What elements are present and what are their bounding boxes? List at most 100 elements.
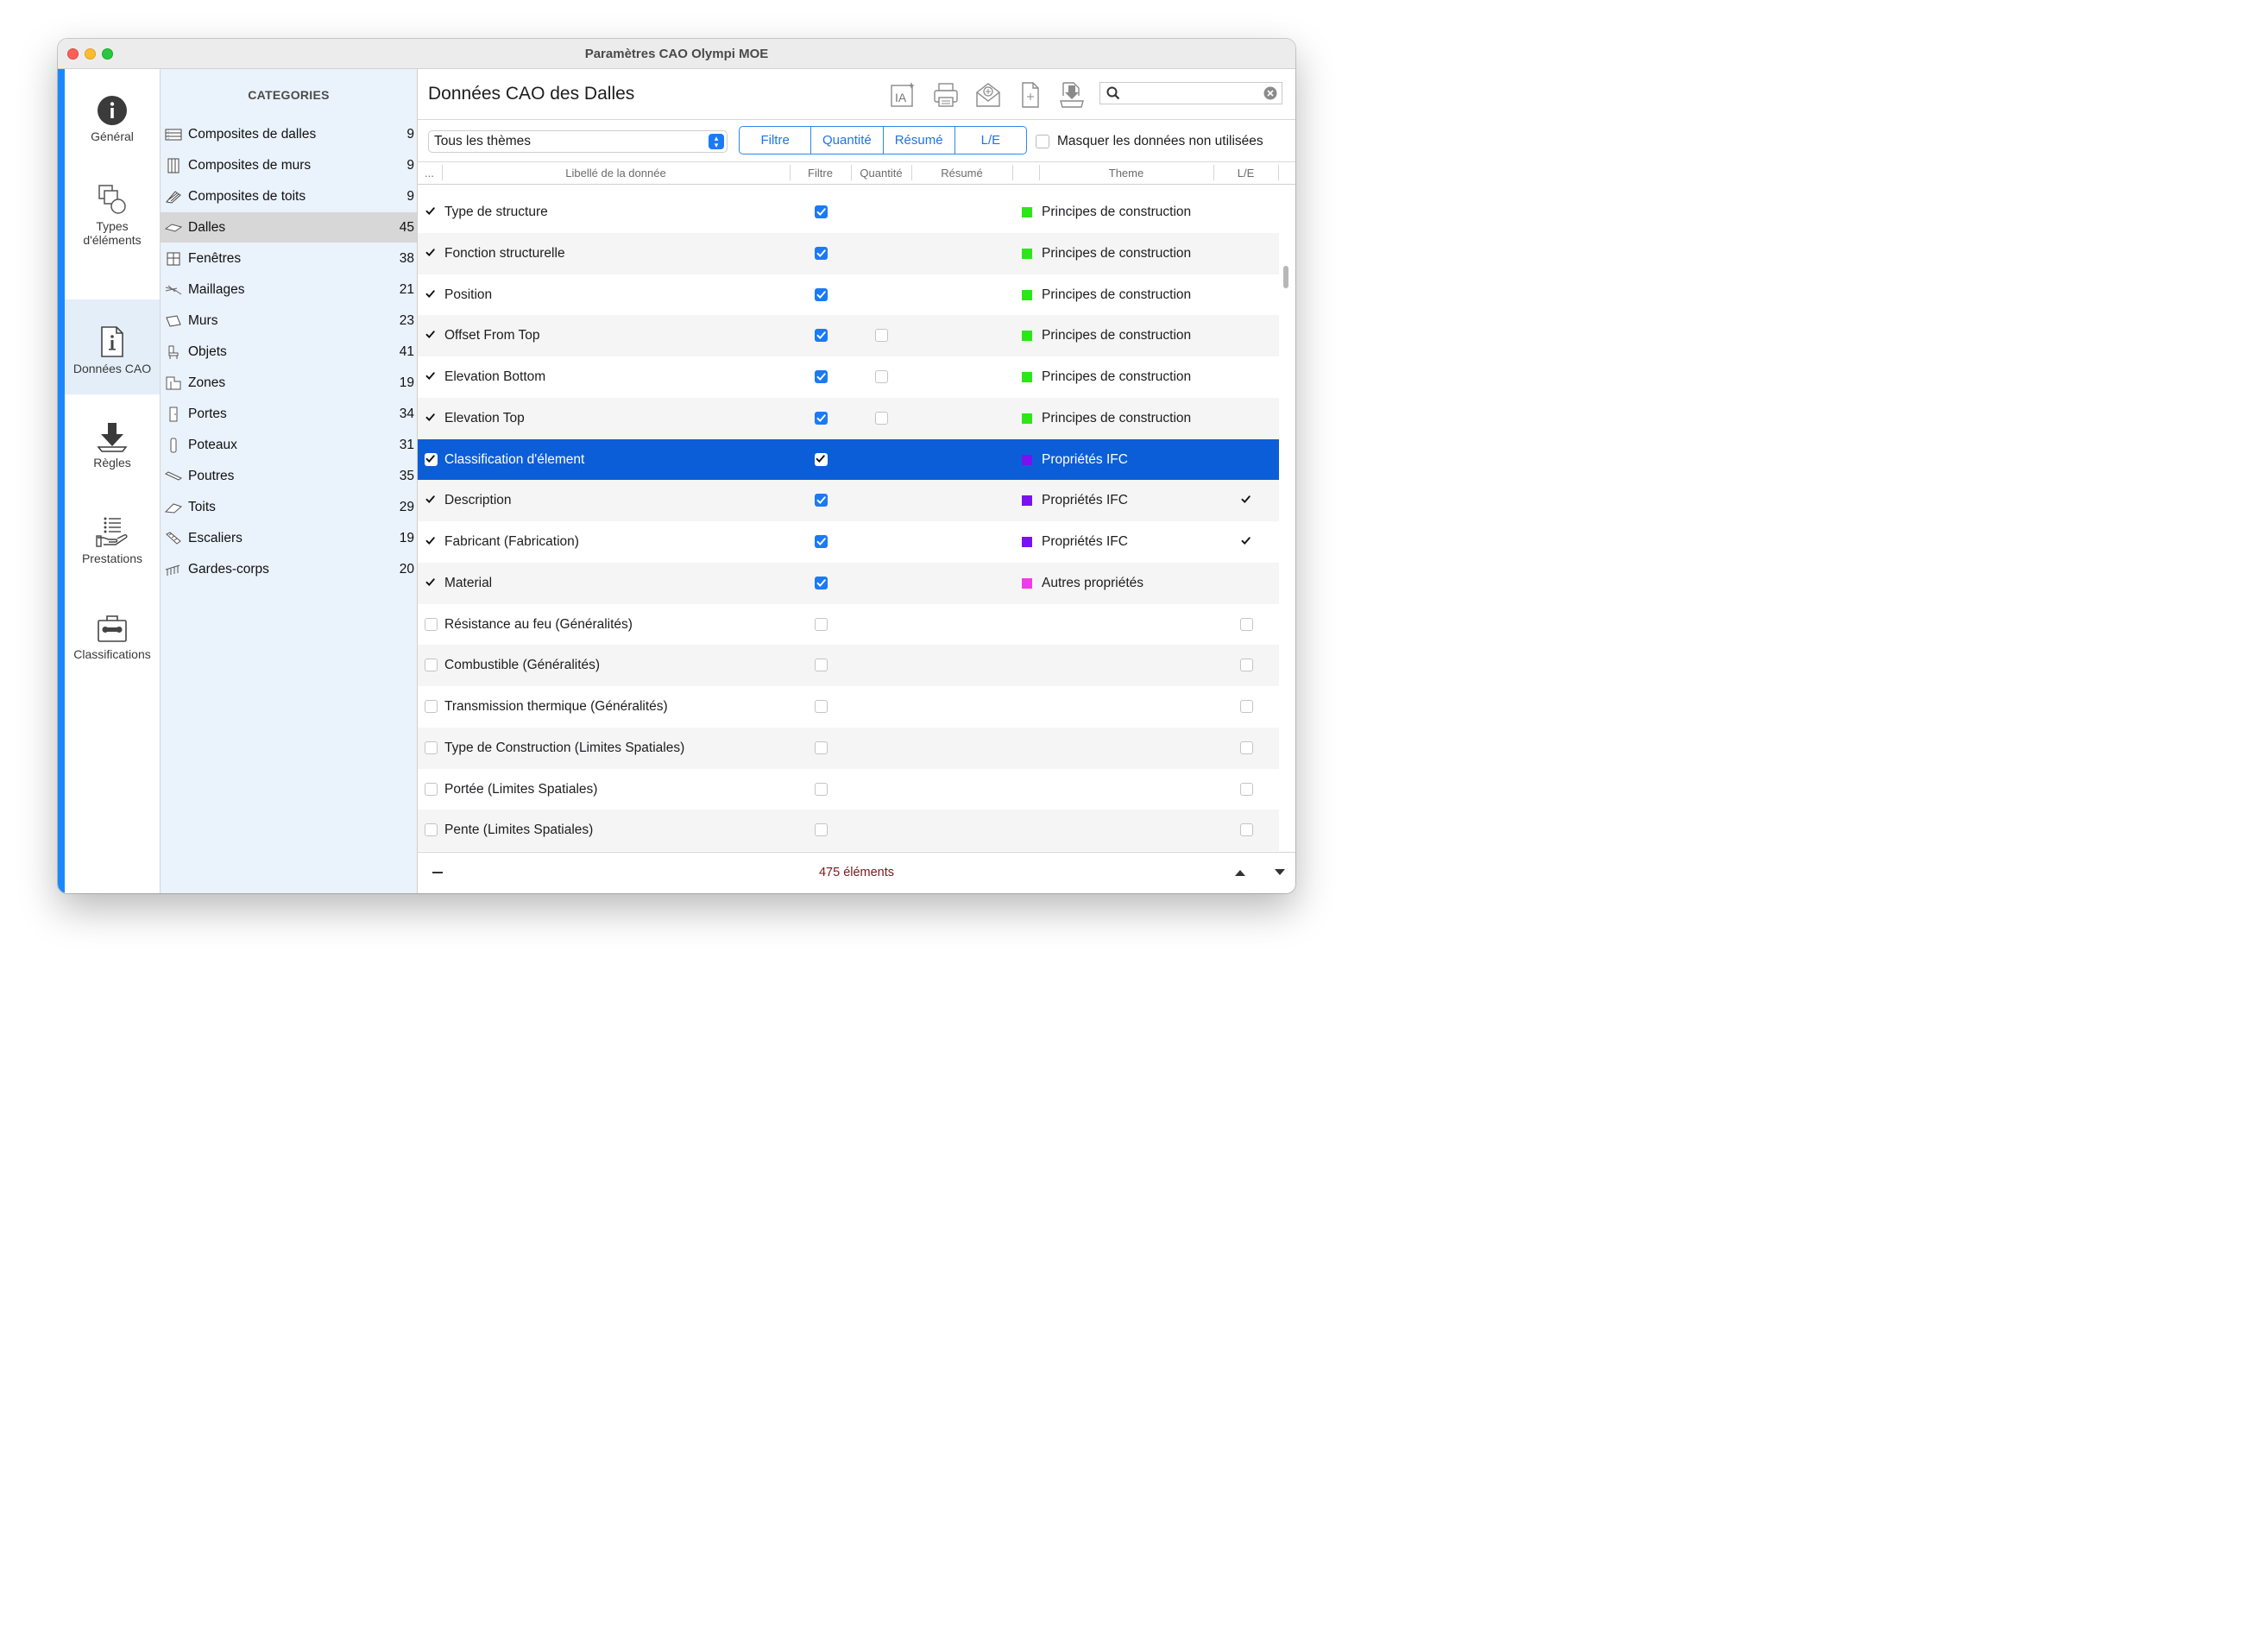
column-header-le[interactable]: L/E	[1213, 167, 1278, 180]
category-item[interactable]: Portes 34	[161, 399, 417, 429]
table-row[interactable]: Elevation Top Principes de construction	[418, 397, 1279, 439]
clear-search-icon[interactable]	[1263, 86, 1277, 100]
filtre-checkbox[interactable]	[815, 576, 828, 589]
row-include-checkbox[interactable]	[425, 288, 438, 301]
table-row[interactable]: Portée (Limites Spatiales)	[418, 769, 1279, 810]
row-include-checkbox[interactable]	[425, 452, 438, 466]
le-checkbox[interactable]	[1240, 617, 1253, 631]
le-checkbox[interactable]	[1240, 700, 1253, 713]
row-include-checkbox[interactable]	[425, 823, 438, 837]
le-checkbox[interactable]	[1240, 494, 1253, 507]
le-checkbox[interactable]	[1240, 535, 1253, 548]
hide-unused-checkbox[interactable]: Masquer les données non utilisées	[1036, 134, 1263, 149]
print-icon[interactable]	[932, 80, 960, 110]
nav-item-regles[interactable]: Règles	[65, 421, 160, 499]
nav-item-classifications[interactable]: Classifications	[65, 613, 160, 690]
filtre-checkbox[interactable]	[815, 329, 828, 343]
le-checkbox[interactable]	[1240, 741, 1253, 754]
segment-resume[interactable]: Résumé	[884, 127, 955, 154]
move-up-icon[interactable]	[1234, 868, 1246, 877]
filtre-checkbox[interactable]	[815, 782, 828, 796]
filtre-checkbox[interactable]	[815, 535, 828, 548]
nav-item-donnees-cao[interactable]: Données CAO	[65, 299, 160, 394]
table-row[interactable]: Combustible (Généralités)	[418, 645, 1279, 687]
category-item[interactable]: Murs 23	[161, 306, 417, 336]
table-row[interactable]: Material Autres propriétés	[418, 562, 1279, 604]
table-row[interactable]: Fabricant (Fabrication) Propriétés IFC	[418, 521, 1279, 563]
category-item[interactable]: Maillages 21	[161, 274, 417, 305]
row-include-checkbox[interactable]	[425, 370, 438, 383]
category-item[interactable]: Composites de murs 9	[161, 150, 417, 180]
filtre-checkbox[interactable]	[815, 741, 828, 754]
row-include-checkbox[interactable]	[425, 247, 438, 260]
row-include-checkbox[interactable]	[425, 700, 438, 713]
nav-item-general[interactable]: Général	[65, 95, 160, 173]
table-row[interactable]: Offset From Top Principes de construction	[418, 315, 1279, 357]
zoom-window-button[interactable]	[102, 48, 113, 60]
table-row[interactable]: Fonction structurelle Principes de constr…	[418, 232, 1279, 274]
row-include-checkbox[interactable]	[425, 782, 438, 796]
filtre-checkbox[interactable]	[815, 617, 828, 631]
category-item[interactable]: Poteaux 31	[161, 430, 417, 460]
category-item[interactable]: Objets 41	[161, 337, 417, 367]
column-header-theme[interactable]: Theme	[1039, 167, 1213, 180]
theme-select[interactable]: Tous les thèmes ▴ ▾	[428, 130, 728, 153]
filtre-checkbox[interactable]	[815, 411, 828, 425]
table-row[interactable]: Description Propriétés IFC	[418, 480, 1279, 522]
segment-filtre[interactable]: Filtre	[740, 127, 812, 154]
category-item-selected[interactable]: Dalles 45	[161, 212, 417, 243]
filtre-checkbox[interactable]	[815, 659, 828, 672]
nav-item-types[interactable]: Types d'éléments	[65, 183, 160, 269]
table-row[interactable]: Transmission thermique (Généralités)	[418, 686, 1279, 728]
row-include-checkbox[interactable]	[425, 741, 438, 754]
row-include-checkbox[interactable]	[425, 205, 438, 218]
table-row-selected[interactable]: Classification d'élement Propriétés IFC	[418, 438, 1279, 481]
table-row[interactable]: Position Principes de construction	[418, 274, 1279, 316]
filtre-checkbox[interactable]	[815, 205, 828, 218]
segment-le[interactable]: L/E	[955, 127, 1026, 154]
column-header-filtre[interactable]: Filtre	[790, 167, 851, 180]
category-item[interactable]: Escaliers 19	[161, 523, 417, 553]
category-item[interactable]: Poutres 35	[161, 461, 417, 491]
quantite-checkbox[interactable]	[875, 370, 888, 383]
column-header-more[interactable]: ...	[425, 167, 434, 180]
category-item[interactable]: Zones 19	[161, 368, 417, 398]
row-include-checkbox[interactable]	[425, 329, 438, 342]
table-row[interactable]: Type de structure Principes de constructi…	[418, 192, 1279, 233]
filtre-checkbox[interactable]	[815, 823, 828, 837]
table-row[interactable]: Elevation Bottom Principes de constructio…	[418, 356, 1279, 398]
row-include-checkbox[interactable]	[425, 659, 438, 672]
segment-quantite[interactable]: Quantité	[811, 127, 884, 154]
filtre-checkbox[interactable]	[815, 494, 828, 507]
le-checkbox[interactable]	[1240, 782, 1253, 796]
filtre-checkbox[interactable]	[815, 287, 828, 301]
row-include-checkbox[interactable]	[425, 617, 438, 631]
row-include-checkbox[interactable]	[425, 412, 438, 425]
move-down-icon[interactable]	[1274, 868, 1286, 877]
search-field[interactable]	[1099, 82, 1282, 104]
column-header-label[interactable]: Libellé de la donnée	[442, 167, 790, 180]
category-item[interactable]: Toits 29	[161, 492, 417, 522]
row-include-checkbox[interactable]	[425, 494, 438, 507]
category-item[interactable]: Composites de toits 9	[161, 181, 417, 211]
table-row[interactable]: Type de Construction (Limites Spatiales)	[418, 727, 1279, 769]
category-item[interactable]: Composites de dalles 9	[161, 119, 417, 149]
filtre-checkbox[interactable]	[815, 452, 828, 466]
search-input[interactable]	[1125, 85, 1257, 103]
row-include-checkbox[interactable]	[425, 577, 438, 589]
table-row[interactable]: Pente (Limites Spatiales)	[418, 810, 1279, 852]
filtre-checkbox[interactable]	[815, 246, 828, 260]
column-header-resume[interactable]: Résumé	[911, 167, 1012, 180]
column-header-quantite[interactable]: Quantité	[851, 167, 911, 180]
category-item[interactable]: Fenêtres 38	[161, 243, 417, 274]
quantite-checkbox[interactable]	[875, 411, 888, 425]
close-window-button[interactable]	[67, 48, 79, 60]
filtre-checkbox[interactable]	[815, 370, 828, 383]
export-icon[interactable]	[1058, 80, 1086, 110]
category-item[interactable]: Gardes-corps 20	[161, 554, 417, 584]
table-row[interactable]: Résistance au feu (Généralités)	[418, 604, 1279, 646]
minimize-window-button[interactable]	[85, 48, 96, 60]
vertical-scrollbar[interactable]	[1283, 266, 1288, 288]
new-file-icon[interactable]	[1017, 80, 1044, 110]
nav-item-prestations[interactable]: Prestations	[65, 515, 160, 593]
